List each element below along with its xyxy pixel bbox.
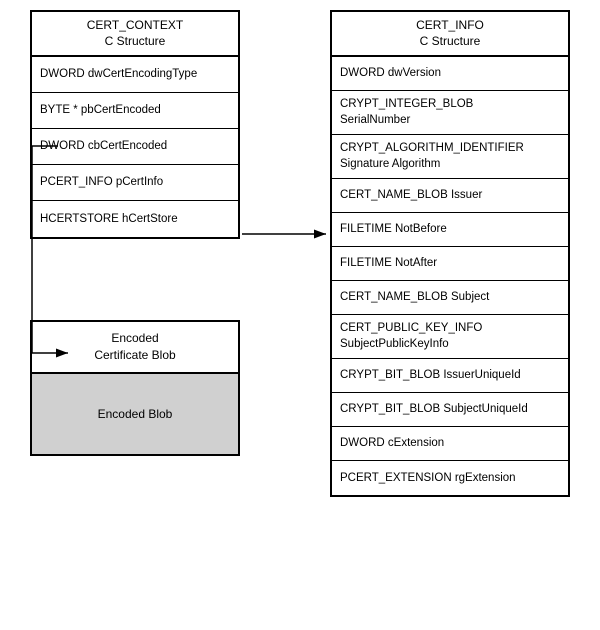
cert-context-row-4: HCERTSTORE hCertStore [32,201,238,237]
cert-info-row-0: DWORD dwVersion [332,57,568,91]
cert-context-title-line1: CERT_CONTEXT [87,18,183,32]
cert-context-row-3: PCERT_INFO pCertInfo [32,165,238,201]
cert-context-box: CERT_CONTEXT C Structure DWORD dwCertEnc… [30,10,240,239]
cert-info-row-9: CRYPT_BIT_BLOB SubjectUniqueId [332,393,568,427]
encoded-cert-section: Encoded Certificate Blob Encoded Blob [30,320,240,456]
cert-context-row-1: BYTE * pbCertEncoded [32,93,238,129]
cert-info-row-6: CERT_NAME_BLOB Subject [332,281,568,315]
cert-context-title-line2: C Structure [105,34,166,48]
cert-info-row-3: CERT_NAME_BLOB Issuer [332,179,568,213]
cert-info-section: CERT_INFO C Structure DWORD dwVersion CR… [330,10,570,497]
cert-info-row-11: PCERT_EXTENSION rgExtension [332,461,568,495]
cert-info-row-5: FILETIME NotAfter [332,247,568,281]
encoded-blob-body: Encoded Blob [32,374,238,454]
encoded-blob-label: Encoded Blob [98,407,173,421]
cert-info-title-line1: CERT_INFO [416,18,484,32]
cert-info-row-4: FILETIME NotBefore [332,213,568,247]
cert-context-row-0: DWORD dwCertEncodingType [32,57,238,93]
cert-info-header: CERT_INFO C Structure [332,12,568,57]
cert-context-row-2: DWORD cbCertEncoded [32,129,238,165]
cert-info-box: CERT_INFO C Structure DWORD dwVersion CR… [330,10,570,497]
encoded-cert-box: Encoded Certificate Blob Encoded Blob [30,320,240,456]
cert-info-row-8: CRYPT_BIT_BLOB IssuerUniqueId [332,359,568,393]
cert-info-row-1: CRYPT_INTEGER_BLOB SerialNumber [332,91,568,135]
encoded-cert-header: Encoded Certificate Blob [32,322,238,374]
cert-info-row-2: CRYPT_ALGORITHM_IDENTIFIER Signature Alg… [332,135,568,179]
encoded-cert-title-line1: Encoded [111,331,158,345]
cert-context-header: CERT_CONTEXT C Structure [32,12,238,57]
cert-info-row-10: DWORD cExtension [332,427,568,461]
cert-info-title-line2: C Structure [420,34,481,48]
encoded-cert-title-line2: Certificate Blob [94,348,175,362]
cert-info-row-7: CERT_PUBLIC_KEY_INFO SubjectPublicKeyInf… [332,315,568,359]
diagram-container: CERT_CONTEXT C Structure DWORD dwCertEnc… [0,0,600,630]
cert-context-section: CERT_CONTEXT C Structure DWORD dwCertEnc… [30,10,240,239]
